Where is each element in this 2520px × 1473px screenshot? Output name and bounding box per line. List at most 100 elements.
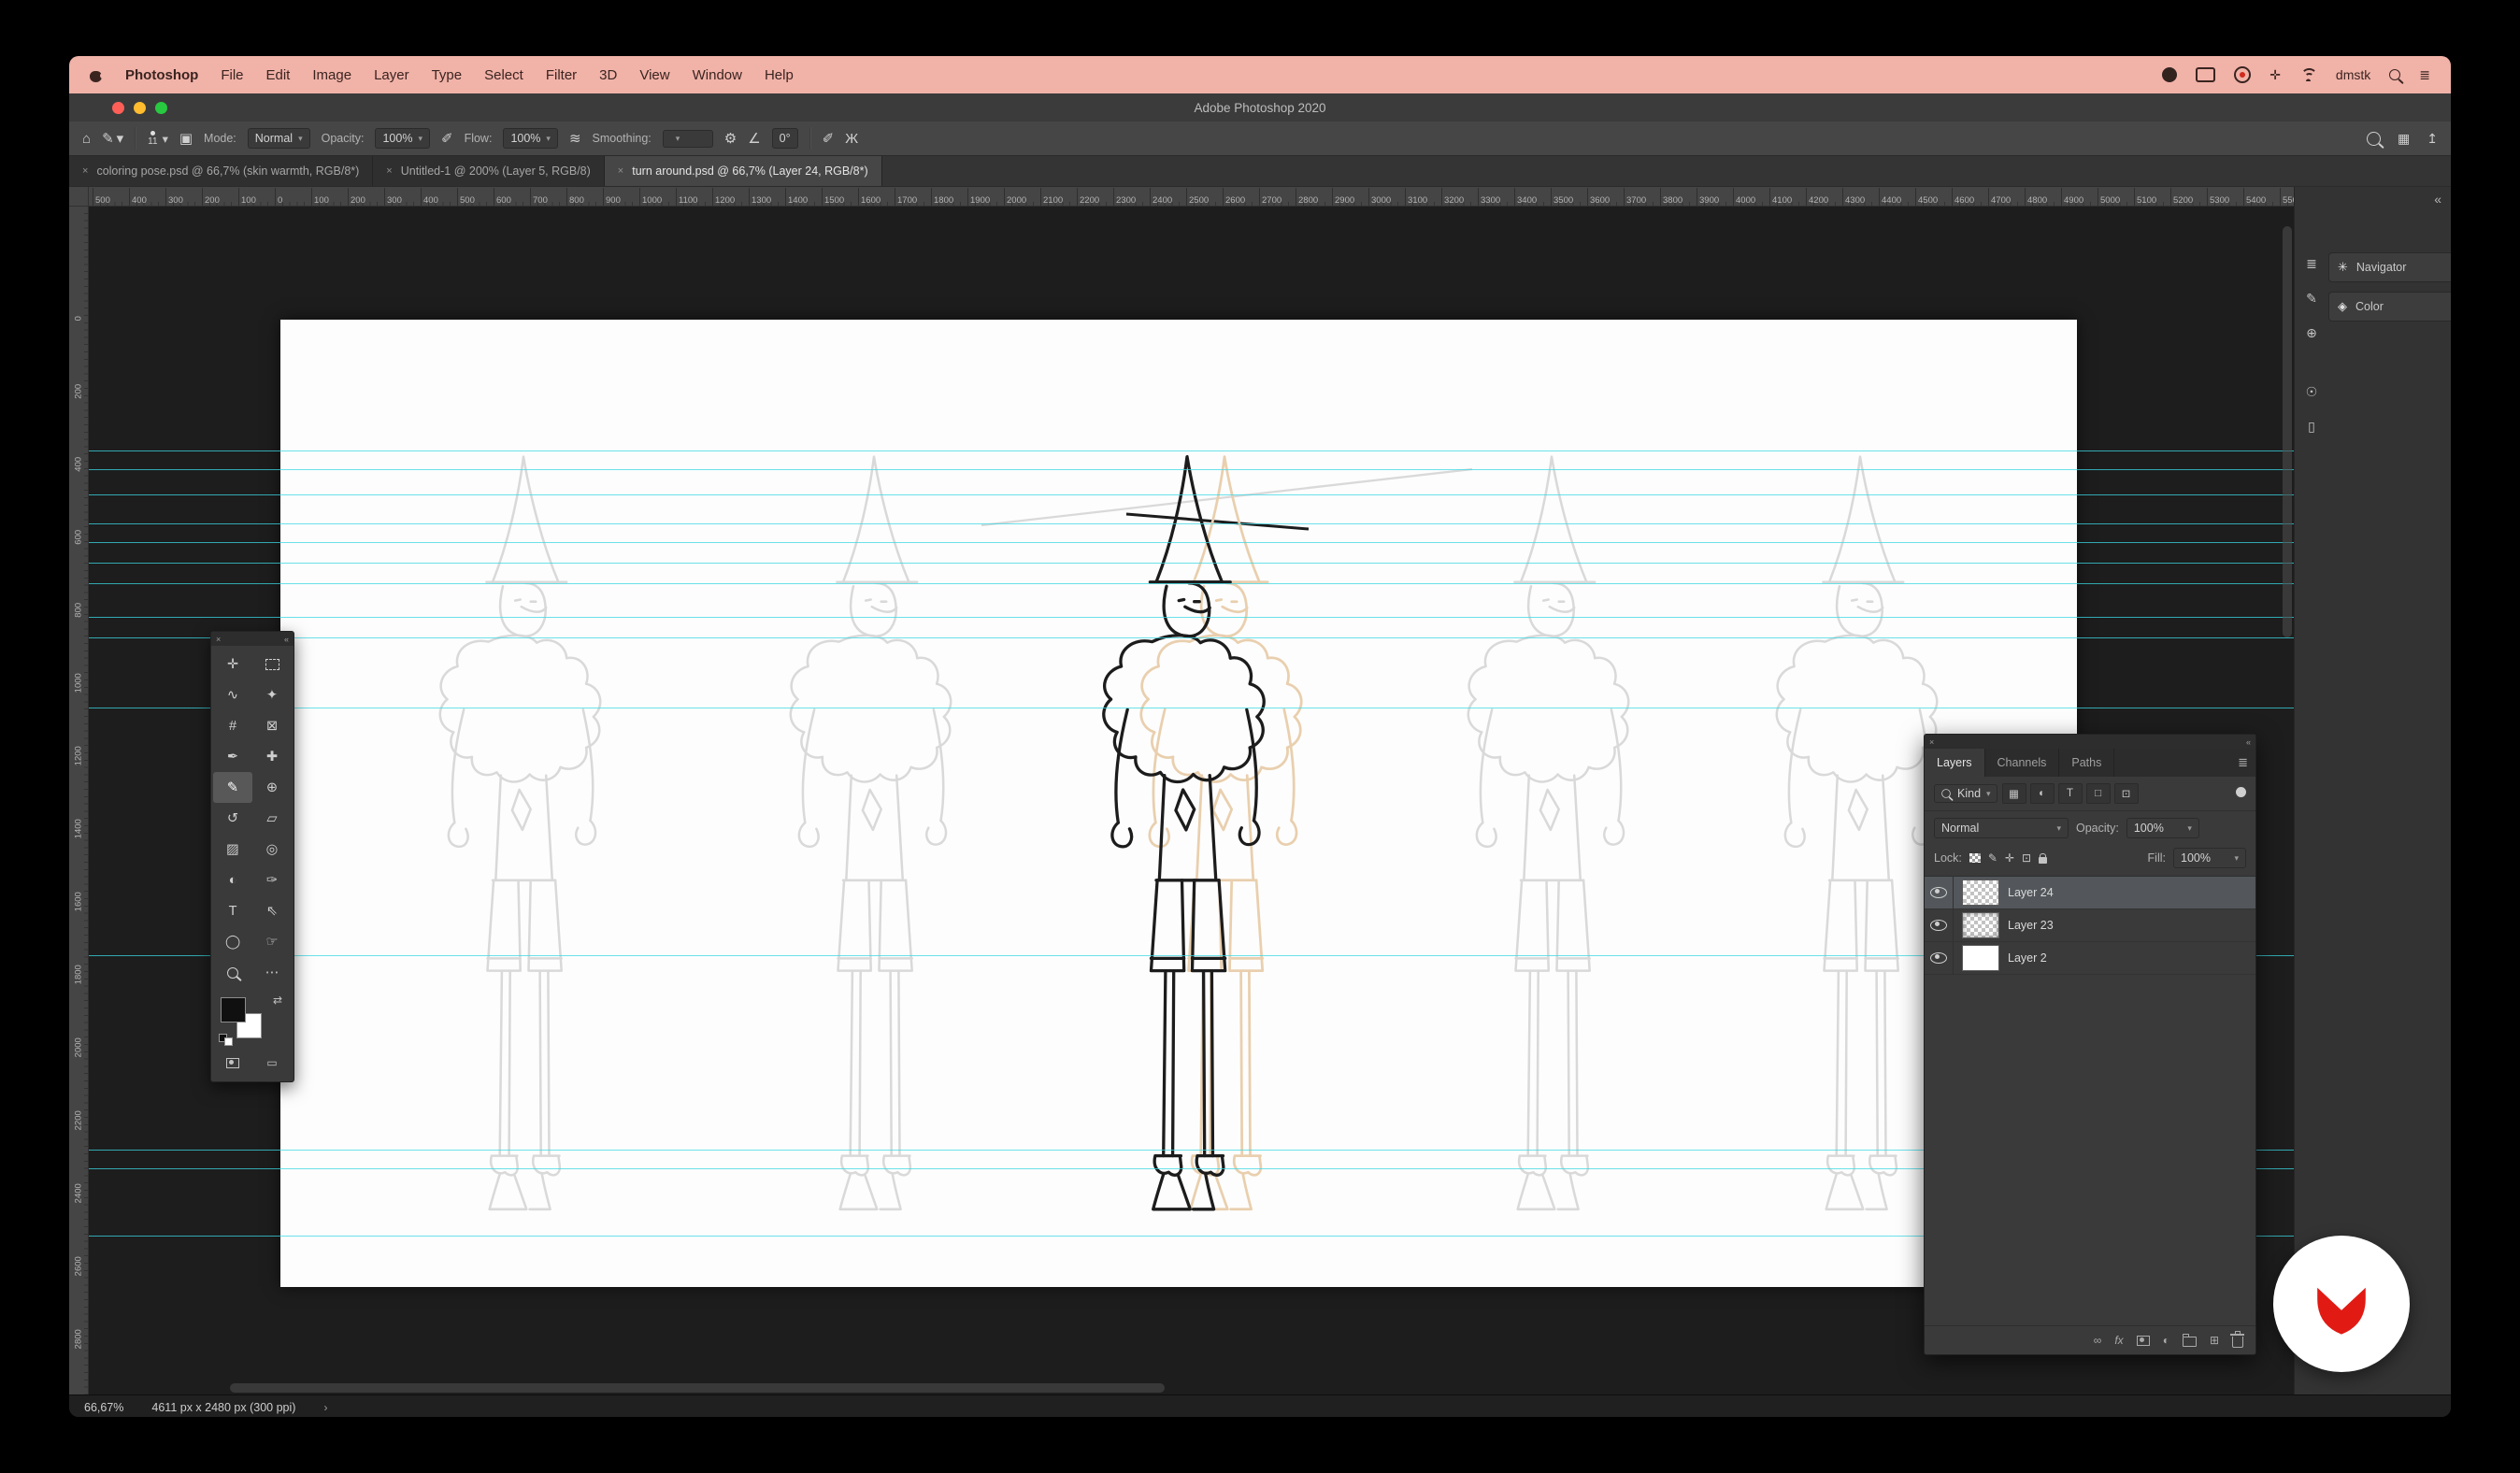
document-tab-2[interactable]: ×Untitled-1 @ 200% (Layer 5, RGB/8) [373, 156, 605, 186]
menu-item-image[interactable]: Image [312, 67, 351, 83]
flow-field[interactable]: 100% ▾ [503, 128, 558, 149]
document-canvas[interactable] [280, 320, 2077, 1287]
paint-symmetry-icon[interactable]: Ж [845, 131, 858, 147]
layer-group-icon[interactable] [2183, 1337, 2197, 1347]
blur-tool[interactable]: ◎ [252, 834, 292, 865]
panel-tab-layers[interactable]: Layers [1925, 749, 1985, 777]
horizontal-scrollbar[interactable] [108, 1383, 2277, 1393]
collapse-dock-button[interactable]: « [2434, 192, 2441, 207]
menu-item-select[interactable]: Select [484, 67, 523, 83]
wifi-icon[interactable] [2299, 68, 2317, 81]
brush-settings-panel-icon[interactable]: ✎ [2306, 291, 2317, 307]
home-icon[interactable]: ⌂ [82, 131, 91, 147]
smoothing-options-gear-icon[interactable]: ⚙ [724, 130, 737, 147]
tool-palette-header[interactable]: × « [211, 632, 294, 646]
adjustments-panel-icon[interactable]: ≣ [2306, 256, 2317, 272]
opacity-field[interactable]: 100% ▾ [375, 128, 430, 149]
close-tab-icon[interactable]: × [82, 165, 88, 177]
vertical-scrollbar[interactable] [2283, 226, 2292, 1378]
fullscreen-window-button[interactable] [155, 102, 167, 114]
clone-source-panel-icon[interactable]: ⊕ [2306, 325, 2317, 341]
pen-tool[interactable]: ✑ [252, 865, 292, 895]
layer-thumbnail[interactable] [1962, 945, 1999, 971]
vertical-scrollbar-thumb[interactable] [2283, 226, 2292, 637]
tablet-pressure-icon[interactable]: ✐ [823, 130, 835, 147]
layer-thumbnail[interactable] [1962, 880, 1999, 906]
horizontal-ruler[interactable]: 5004003002001000100200300400500600700800… [88, 187, 2294, 207]
default-colors-icon[interactable] [219, 1034, 233, 1046]
control-center-icon[interactable]: ≣ [2419, 67, 2430, 83]
crop-tool[interactable]: # [213, 710, 252, 741]
workspace-switcher-icon[interactable]: ▦ [2398, 131, 2410, 147]
screen-capture-icon[interactable] [2162, 67, 2177, 82]
apple-menu-icon[interactable] [90, 67, 103, 83]
menu-item-layer[interactable]: Layer [374, 67, 409, 83]
navigator-panel-button[interactable]: ✳Navigator [2328, 252, 2451, 282]
menu-item-3d[interactable]: 3D [599, 67, 617, 83]
shape-tool[interactable]: ◯ [213, 926, 252, 957]
healing-brush-tool[interactable]: ✚ [252, 741, 292, 772]
airbrush-icon[interactable]: ≋ [569, 130, 581, 147]
menu-item-file[interactable]: File [221, 67, 243, 83]
brush-size-preview[interactable]: 11 ▾ [148, 131, 168, 147]
filter-type-layers-icon[interactable]: T [2058, 783, 2083, 804]
filter-pixel-layers-icon[interactable]: ▦ [2002, 783, 2026, 804]
screen-mode-button[interactable]: ▭ [260, 1053, 284, 1072]
dodge-tool[interactable]: ◐ [213, 865, 252, 895]
vertical-ruler[interactable]: 0200400600800100012001400160018002000220… [69, 206, 89, 1394]
panel-tab-channels[interactable]: Channels [1985, 749, 2060, 777]
search-icon[interactable] [2367, 132, 2381, 146]
share-icon[interactable]: ↥ [2427, 131, 2438, 147]
eraser-tool[interactable]: ▱ [252, 803, 292, 834]
menu-item-edit[interactable]: Edit [266, 67, 291, 83]
close-window-button[interactable] [112, 102, 124, 114]
display-icon[interactable] [2196, 67, 2215, 82]
layer-effects-icon[interactable]: fx [2114, 1334, 2123, 1347]
menu-item-type[interactable]: Type [432, 67, 463, 83]
swap-colors-icon[interactable]: ⇄ [273, 994, 282, 1007]
marquee-tool[interactable] [252, 649, 292, 679]
layer-blend-mode-dropdown[interactable]: Normal ▾ [1934, 818, 2069, 838]
tool-preset-dropdown[interactable]: ✎ ▾ [102, 130, 123, 147]
horizontal-scrollbar-thumb[interactable] [230, 1383, 1165, 1393]
history-brush-tool[interactable]: ↺ [213, 803, 252, 834]
menu-item-help[interactable]: Help [765, 67, 794, 83]
menu-item-window[interactable]: Window [693, 67, 742, 83]
libraries-panel-icon[interactable]: ▯ [2308, 419, 2315, 435]
close-panel-icon[interactable]: × [1929, 737, 1934, 747]
document-tab-1[interactable]: ×coloring pose.psd @ 66,7% (skin warmth,… [69, 156, 373, 186]
filter-kind-dropdown[interactable]: Kind ▾ [1934, 784, 1997, 803]
link-layers-icon[interactable]: ∞ [2094, 1334, 2102, 1347]
lasso-tool[interactable]: ∿ [213, 679, 252, 710]
layer-visibility-toggle[interactable] [1925, 942, 1954, 974]
layer-row[interactable]: Layer 2 [1925, 942, 2255, 975]
brush-settings-toggle-icon[interactable]: ▣ [179, 130, 193, 147]
layer-visibility-toggle[interactable] [1925, 909, 1954, 941]
color-panel-button[interactable]: ◈Color [2328, 292, 2451, 322]
filter-smart-objects-icon[interactable]: ⊡ [2114, 783, 2139, 804]
menu-item-view[interactable]: View [639, 67, 669, 83]
type-tool[interactable]: T [213, 895, 252, 926]
hand-tool[interactable]: ☞ [252, 926, 292, 957]
status-options-chevron-icon[interactable]: › [323, 1401, 327, 1414]
spotlight-icon[interactable] [2389, 69, 2400, 80]
lock-transparency-icon[interactable] [1969, 853, 1981, 863]
screen-record-icon[interactable] [2234, 66, 2251, 83]
layer-row[interactable]: Layer 24 [1925, 877, 2255, 909]
delete-layer-icon[interactable] [2232, 1337, 2243, 1348]
zoom-tool[interactable] [213, 957, 252, 988]
document-tab-3[interactable]: ×turn around.psd @ 66,7% (Layer 24, RGB/… [605, 156, 882, 186]
menu-item-photoshop[interactable]: Photoshop [125, 67, 198, 83]
collapse-palette-icon[interactable]: « [284, 635, 289, 644]
lock-pixels-icon[interactable]: ✎ [1988, 851, 1997, 865]
minimize-window-button[interactable] [134, 102, 146, 114]
lock-position-icon[interactable]: ✛ [2005, 851, 2014, 865]
layers-panel-header[interactable]: × « [1925, 735, 2255, 749]
close-tab-icon[interactable]: × [618, 165, 623, 177]
path-select-tool[interactable]: ⇖ [252, 895, 292, 926]
brush-tool[interactable]: ✎ [213, 772, 252, 803]
filter-adjustment-layers-icon[interactable]: ◐ [2030, 783, 2055, 804]
layer-thumbnail[interactable] [1962, 912, 1999, 938]
learn-panel-icon[interactable]: ☉ [2306, 384, 2318, 400]
collapse-panel-icon[interactable]: « [2246, 737, 2251, 747]
